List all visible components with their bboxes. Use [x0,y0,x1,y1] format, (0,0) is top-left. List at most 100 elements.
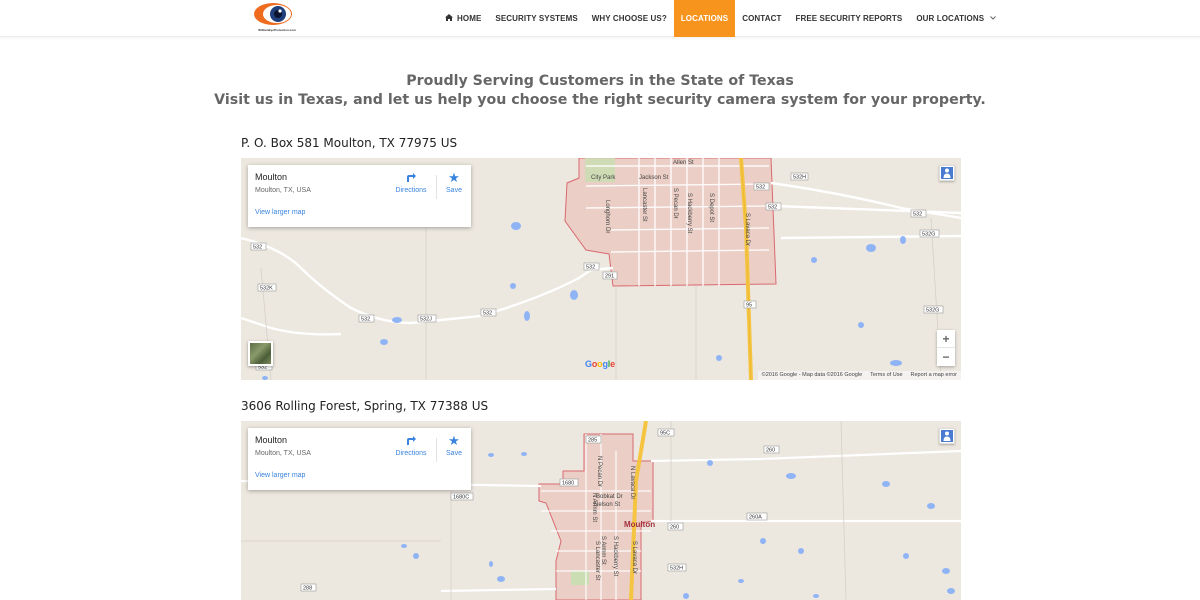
star-icon: ★ [448,433,460,448]
nav-security-systems[interactable]: SECURITY SYSTEMS [488,0,584,37]
svg-text:532: 532 [361,317,370,323]
pegman-icon [941,167,953,179]
directions-icon [391,434,431,448]
intro-line-2: Visit us in Texas, and let us help you c… [214,92,986,108]
card-divider [436,438,437,462]
map-label-city-park: City Park [591,175,616,181]
svg-text:N Lavaca Dr: N Lavaca Dr [629,466,635,499]
nav-locations[interactable]: LOCATIONS [673,0,736,37]
terms-of-use-link[interactable]: Terms of Use [870,371,902,380]
nav-our-locations-label: OUR LOCATIONS [916,14,985,23]
place-address: Moulton, TX, USA [255,187,311,194]
svg-text:532: 532 [756,185,765,191]
svg-text:S Lavaca Dr: S Lavaca Dr [631,541,637,574]
svg-text:95C: 95C [660,431,670,437]
nav-locations-label: LOCATIONS [680,14,729,23]
svg-text:291: 291 [605,274,614,280]
svg-text:532H: 532H [670,566,683,572]
star-icon: ★ [448,170,460,185]
satellite-toggle[interactable] [248,341,273,366]
directions-button[interactable]: Directions [391,171,431,194]
view-larger-map-link[interactable]: View larger map [255,472,305,479]
place-name: Moulton [255,435,288,445]
svg-text:N Pecan Dr: N Pecan Dr [596,456,602,487]
directions-button[interactable]: Directions [391,434,431,457]
svg-text:S Hackberry St: S Hackberry St [612,536,618,577]
svg-text:S Depot St: S Depot St [708,193,714,222]
svg-text:Lancaster St: Lancaster St [641,188,647,222]
zoom-in-button[interactable]: + [937,330,955,348]
map-attribution: ©2016 Google - Map data ©2016 Google Ter… [757,371,961,380]
street-view-pegman[interactable] [939,428,955,444]
nav-contact-label: CONTACT [742,14,782,23]
logo-tagline: WilliamEyeProtection.com [258,28,296,32]
svg-text:532K: 532K [260,286,273,292]
map-town-label: Moulton [624,520,655,529]
svg-text:532: 532 [483,311,492,317]
svg-text:1680C: 1680C [453,495,469,501]
svg-text:260A: 260A [749,515,762,521]
svg-text:Jackson St: Jackson St [639,175,669,181]
svg-text:532J: 532J [420,317,432,323]
site-logo[interactable]: WilliamEyeProtection.com [247,2,307,35]
svg-text:532: 532 [913,212,922,218]
svg-text:S Hackberry St: S Hackberry St [686,193,692,234]
zoom-control: + − [937,330,955,366]
main-nav: HOME SECURITY SYSTEMS WHY CHOOSE US? LOC… [438,0,1003,37]
svg-text:288: 288 [303,586,312,592]
eye-logo-icon [254,3,292,25]
svg-text:260: 260 [766,448,775,454]
nav-why-choose-us-label: WHY CHOOSE US? [591,14,667,23]
svg-text:95: 95 [746,303,752,309]
nav-why-choose-us[interactable]: WHY CHOOSE US? [585,0,674,37]
svg-text:532: 532 [253,245,262,251]
save-button[interactable]: ★ Save [441,433,467,458]
svg-text:532: 532 [768,205,777,211]
location-map[interactable]: Moulton N Pecan Dr N Lavaca Dr N Armm St… [241,421,961,600]
nav-our-locations[interactable]: OUR LOCATIONS [909,0,1003,37]
site-header: WilliamEyeProtection.com HOME SECURITY S… [0,0,1200,37]
svg-text:Allen St: Allen St [673,160,694,166]
save-label: Save [446,187,462,194]
place-address: Moulton, TX, USA [255,450,311,457]
card-divider [436,175,437,199]
attribution-text: ©2016 Google - Map data ©2016 Google [761,372,863,378]
svg-text:Longhorn Dr: Longhorn Dr [604,200,610,233]
svg-text:S Lavaca Dr: S Lavaca Dr [744,213,750,246]
svg-text:S Pecan Dr: S Pecan Dr [672,188,678,219]
nav-free-security-reports-label: FREE SECURITY REPORTS [795,14,903,23]
report-map-error-link[interactable]: Report a map error [911,371,957,380]
svg-text:532G: 532G [926,308,939,314]
svg-text:532G: 532G [922,232,935,238]
nav-security-systems-label: SECURITY SYSTEMS [495,14,578,23]
directions-label: Directions [395,450,427,457]
svg-text:532: 532 [586,265,595,271]
nav-free-security-reports[interactable]: FREE SECURITY REPORTS [788,0,909,37]
zoom-out-button[interactable]: − [937,348,955,366]
pegman-icon [941,430,953,442]
place-name: Moulton [255,172,288,182]
save-button[interactable]: ★ Save [441,170,467,195]
svg-text:260: 260 [670,525,679,531]
chevron-down-icon [990,15,996,22]
directions-label: Directions [395,187,427,194]
intro-line-1: Proudly Serving Customers in the State o… [406,73,794,89]
place-card: Moulton Moulton, TX, USA View larger map… [248,428,471,490]
svg-text:532H: 532H [793,175,806,181]
svg-text:Bobkat Dr: Bobkat Dr [596,494,623,500]
location-map[interactable]: City Park Jackson St Allen St S Lavaca D… [241,158,961,380]
svg-text:1680: 1680 [562,481,574,487]
location-address: 3606 Rolling Forest, Spring, TX 77388 US [241,399,489,413]
street-view-pegman[interactable] [939,165,955,181]
location-address: P. O. Box 581 Moulton, TX 77975 US [241,136,458,150]
directions-icon [391,171,431,185]
nav-home[interactable]: HOME [438,0,488,37]
nav-contact[interactable]: CONTACT [735,0,788,37]
nav-home-label: HOME [457,14,482,23]
svg-text:285: 285 [588,438,597,444]
view-larger-map-link[interactable]: View larger map [255,209,305,216]
google-logo: Google [585,359,615,369]
svg-text:Nelson St: Nelson St [594,502,620,508]
svg-text:S Lancaster St: S Lancaster St [594,541,600,581]
place-card: Moulton Moulton, TX, USA View larger map… [248,165,471,227]
